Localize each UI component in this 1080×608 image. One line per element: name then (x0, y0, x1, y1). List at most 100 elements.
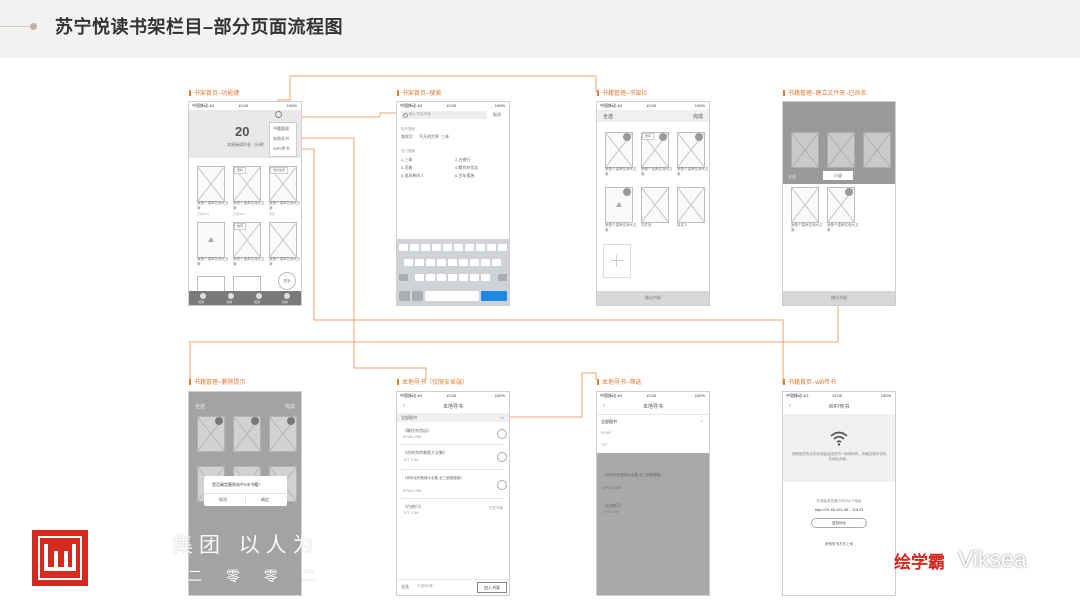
chevron-up-icon[interactable]: ︿ (500, 414, 504, 420)
search-placeholder: 输入书名/作者 (409, 112, 431, 116)
hot-item[interactable]: 2.白夜行 (455, 157, 470, 163)
battery-label: 100% (494, 103, 505, 108)
add-to-shelf-button[interactable]: 加入书架 (477, 582, 507, 593)
history-label: 历史搜索 (401, 127, 415, 131)
connector-s4-s5 (189, 305, 839, 380)
dialog-cancel-button[interactable]: 取消 (219, 497, 227, 503)
book-cover[interactable] (641, 187, 669, 223)
done-button[interactable]: 完成 (285, 403, 295, 410)
book-cover[interactable] (677, 187, 705, 223)
tab-discover[interactable]: 发现 (254, 300, 260, 304)
tab-bookshelf[interactable]: 书架 (198, 300, 204, 304)
wifi-navbar: ‹ WIFI传书 (783, 400, 895, 412)
search-icon[interactable] (275, 111, 282, 118)
check-icon[interactable] (695, 133, 703, 141)
flow-connectors (189, 75, 839, 418)
book-cover[interactable] (269, 222, 297, 258)
filter-option-all[interactable]: 全部图书 (601, 419, 617, 425)
hot-item[interactable]: 3.活着 (401, 165, 412, 171)
select-all-button[interactable]: 全选 (195, 403, 205, 410)
book-cover[interactable] (233, 276, 261, 291)
add-folder-button[interactable] (603, 244, 631, 278)
select-radio[interactable] (497, 480, 507, 490)
history-item[interactable]: 鬼吹灯 (401, 134, 413, 140)
book-cover-placeholder[interactable] (197, 222, 225, 258)
select-all-button[interactable]: 全选 (603, 113, 613, 120)
hot-item[interactable]: 5.追风筝的人 (401, 173, 424, 179)
check-icon[interactable] (845, 188, 853, 196)
book-cover[interactable] (791, 187, 819, 223)
folder-name-input[interactable]: 小说 (823, 171, 853, 180)
bookstore-icon[interactable] (228, 293, 234, 299)
filter-option-epub[interactable]: EPUB (601, 431, 611, 435)
folder-name: 自定义 (677, 223, 688, 227)
status-bar: 中国移动 4G 12:00 100% (783, 392, 895, 399)
book-cover (827, 132, 855, 168)
tab-bookstore[interactable]: 书城 (226, 300, 232, 304)
search-input[interactable]: 输入书名/作者 (401, 111, 487, 119)
remove-from-shelf-button[interactable]: 移出书架 (783, 291, 895, 305)
book-cover[interactable] (197, 166, 225, 202)
filter-option-txt[interactable]: TXT (601, 443, 608, 447)
profile-icon[interactable] (284, 293, 290, 299)
done-button[interactable]: 完成 (693, 113, 703, 120)
check-icon[interactable] (623, 133, 631, 141)
footer-select-all[interactable]: 全选 (401, 584, 409, 590)
menu-item-manage[interactable]: 书籍管理 (273, 126, 289, 132)
bookshelf-icon[interactable] (200, 293, 206, 299)
history-item[interactable]: 三体 (441, 134, 449, 140)
hot-item[interactable]: 1.三体 (401, 157, 412, 163)
time-label: 12:00 (446, 393, 457, 398)
tab-profile[interactable]: 我的 (282, 300, 288, 304)
cancel-button[interactable]: 取消 (493, 112, 501, 118)
search-key[interactable] (481, 291, 507, 301)
file-meta: EPUB 2.5M (603, 486, 622, 490)
screen-caption: 书架首页–功能键 (189, 88, 239, 97)
book-title: 我是个重命名而大文案 (269, 201, 301, 210)
carrier-label: 中国移动 4G (400, 103, 423, 108)
select-radio[interactable] (497, 452, 507, 462)
screen-caption: 书籍管理–建立文件夹–已命名 (783, 88, 867, 97)
tag-update: 更新 (642, 133, 655, 140)
history-item[interactable]: 平凡的世界 (419, 134, 439, 140)
checkmark-icon: ✓ (700, 418, 704, 423)
status-bar: 中国移动 4G 12:00 100% (597, 392, 709, 399)
hot-item[interactable]: 4.解忧杂货店 (455, 165, 478, 171)
function-menu: 书籍管理 本地导书 WIFI传书 (269, 122, 297, 157)
time-label: 12:00 (646, 393, 657, 398)
nav-title: 本地导书 (442, 404, 463, 410)
other-methods-link[interactable]: 其他传书方式上传 (783, 542, 895, 547)
book-cover (863, 132, 891, 168)
hot-label: 热门搜索 (401, 149, 415, 153)
menu-item-local-import[interactable]: 本地导书 (273, 136, 289, 142)
file-meta: EPUB 2.5M (403, 435, 422, 439)
checkin-button[interactable]: 签到 (278, 272, 296, 290)
carrier-label: 中国移动 4G (600, 103, 623, 108)
check-icon[interactable] (623, 188, 631, 196)
select-all-button[interactable]: 全选 (788, 174, 796, 180)
keyboard[interactable] (397, 239, 509, 305)
book-title: 我是个重命名而大文案 (605, 223, 637, 232)
file-name: 《解忧杂货店》 (403, 428, 431, 433)
remove-from-shelf-button[interactable]: 移出书架 (597, 291, 709, 305)
divider (401, 498, 505, 499)
hot-item[interactable]: 6.百年孤独 (455, 173, 474, 179)
section-header[interactable]: 全部图书 ︿ (397, 413, 509, 422)
discover-icon[interactable] (256, 293, 262, 299)
time-label: 12:00 (832, 393, 843, 398)
book-title: 我是个重命名而大文案 (269, 257, 301, 266)
search-icon (403, 113, 408, 118)
select-radio[interactable] (497, 429, 507, 439)
divider (397, 579, 509, 580)
dialog-ok-button[interactable]: 确定 (261, 497, 269, 503)
check-icon[interactable] (659, 133, 667, 141)
status-bar: 中国移动 4G 12:00 100% (597, 102, 709, 109)
wifi-tip-panel: 请确保您的手机和电脑连接在同一局域网内，传输过程中请勿关闭此页面。 (783, 414, 895, 482)
menu-item-wifi[interactable]: WIFI传书 (273, 146, 289, 152)
carrier-label: 中国移动 4G (786, 393, 809, 398)
tag-recommend: 推荐 (234, 223, 247, 230)
book-cover[interactable] (197, 276, 225, 291)
copy-address-button[interactable]: 复制地址 (811, 518, 867, 528)
status-bar: 中国移动 4G 12:00 100% (189, 102, 301, 109)
import-navbar: ‹ 本地导书 (597, 400, 709, 412)
